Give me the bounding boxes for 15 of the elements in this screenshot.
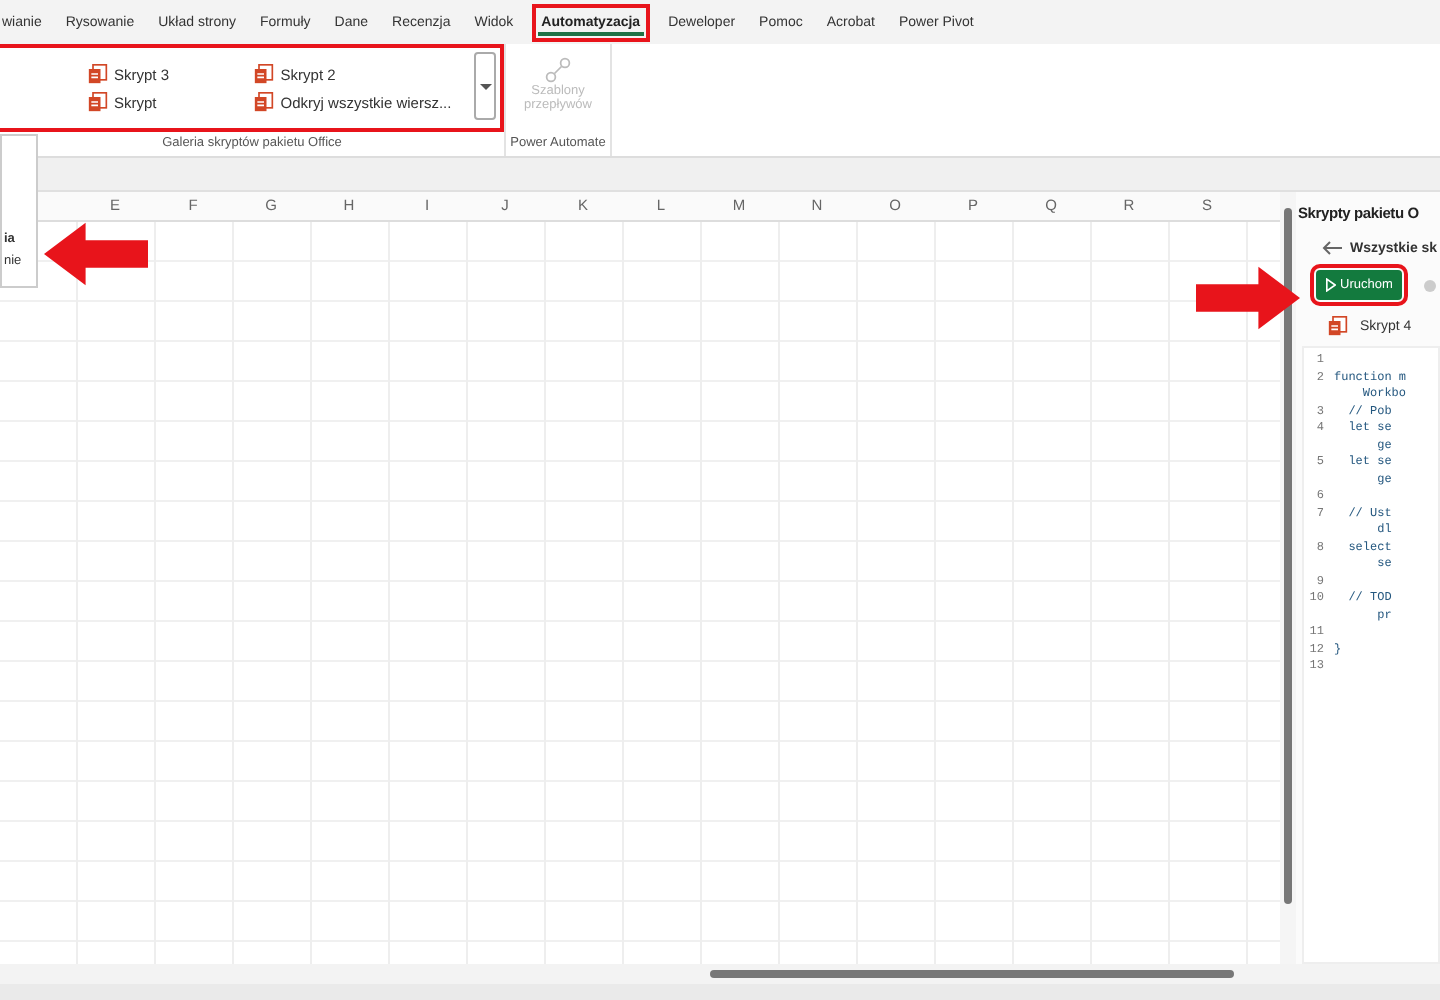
gallery-more-button[interactable] (474, 52, 496, 120)
back-arrow-icon (1322, 240, 1342, 256)
pointer-arrow (44, 222, 148, 286)
pointer-arrow (1196, 266, 1300, 330)
script-icon (88, 92, 108, 112)
script-icon (254, 92, 275, 112)
toolbar-icon[interactable] (1422, 277, 1439, 293)
play-icon (1326, 278, 1336, 292)
dropdown-icon (479, 80, 492, 92)
script-icon (88, 64, 108, 84)
script-icon (254, 64, 275, 84)
connector-icon (544, 56, 572, 84)
script-icon (1328, 316, 1348, 336)
vertical-scrollbar[interactable] (1280, 192, 1296, 964)
horizontal-scrollbar[interactable] (710, 970, 1234, 978)
